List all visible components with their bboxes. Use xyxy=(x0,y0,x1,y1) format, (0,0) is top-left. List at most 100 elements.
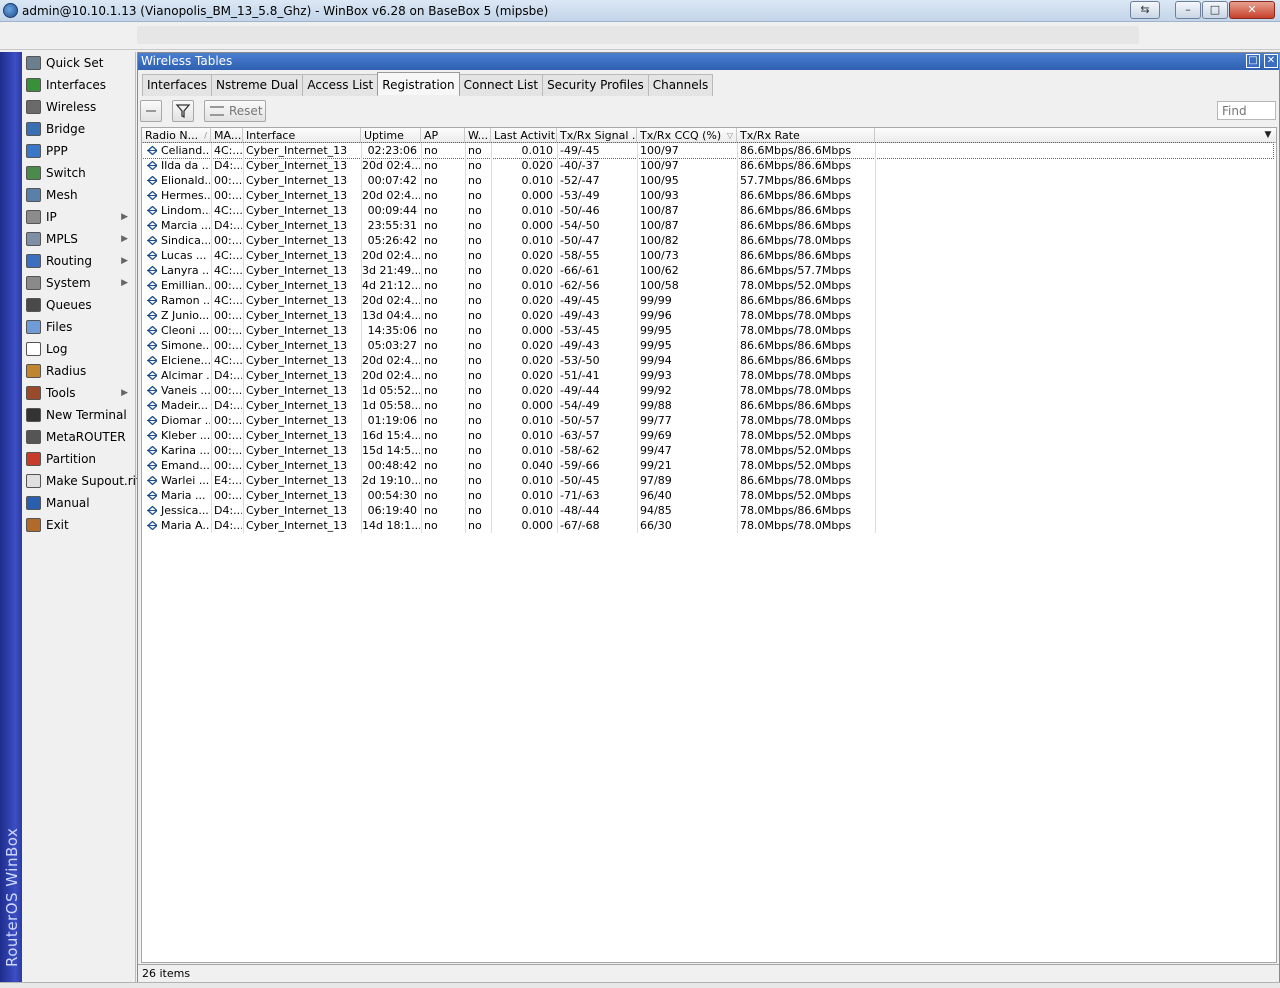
maximize-button[interactable]: □ xyxy=(1202,1,1228,19)
table-row[interactable]: Lucas ... 4C:... Cyber_Internet_13 20d 02:4… xyxy=(142,248,875,263)
table-row[interactable]: Cleoni ... 00:... Cyber_Internet_13 14:35:0… xyxy=(142,323,875,338)
sidebar-item-manual[interactable]: Manual xyxy=(22,492,134,514)
cell-uptime: 02:23:06 xyxy=(367,144,417,157)
column-header-ap[interactable]: AP xyxy=(421,128,465,143)
tab-connect-list[interactable]: Connect List xyxy=(458,74,544,96)
tab-access-list[interactable]: Access List xyxy=(302,74,379,96)
cell-tx-rx-rate: 86.6Mbps/86.6Mbps xyxy=(740,189,852,202)
table-row[interactable]: Lanyra ... 4C:... Cyber_Internet_13 3d 21:4… xyxy=(142,263,875,278)
table-row[interactable]: Simone... 00:... Cyber_Internet_13 05:03:27… xyxy=(142,338,875,353)
table-row[interactable]: Elionald... 00:... Cyber_Internet_13 00:07:… xyxy=(142,173,875,188)
sidebar-item-radius[interactable]: Radius xyxy=(22,360,134,382)
table-row[interactable]: Emand... 00:... Cyber_Internet_13 00:48:42 n… xyxy=(142,458,875,473)
cell-interface: Cyber_Internet_13 xyxy=(246,324,348,337)
cell-radio-name: Elionald... xyxy=(161,174,210,187)
column-header-uptime[interactable]: Uptime xyxy=(361,128,421,143)
sidebar-item-tools[interactable]: Tools ▶ xyxy=(22,382,134,404)
sidebar-item-queues[interactable]: Queues xyxy=(22,294,134,316)
tab-interfaces[interactable]: Interfaces xyxy=(142,74,212,96)
reset-button[interactable]: Reset xyxy=(204,100,266,122)
sidebar-item-partition[interactable]: Partition xyxy=(22,448,134,470)
sidebar-item-new-terminal[interactable]: New Terminal xyxy=(22,404,134,426)
cell-tx-rx-rate: 78.0Mbps/78.0Mbps xyxy=(740,414,852,427)
table-row[interactable]: Hermes... 00:... Cyber_Internet_13 20d 02:4… xyxy=(142,188,875,203)
table-row[interactable]: Karina ... 00:... Cyber_Internet_13 15d 14:… xyxy=(142,443,875,458)
column-header-last-activity[interactable]: Last Activit... xyxy=(491,128,557,143)
find-input[interactable] xyxy=(1217,101,1276,120)
sidebar-item-mesh[interactable]: Mesh xyxy=(22,184,134,206)
close-button[interactable]: ✕ xyxy=(1229,1,1275,19)
tab-security-profiles[interactable]: Security Profiles xyxy=(542,74,649,96)
sidebar-item-routing[interactable]: Routing ▶ xyxy=(22,250,134,272)
sidebar-item-log[interactable]: Log xyxy=(22,338,134,360)
sidebar-item-bridge[interactable]: Bridge xyxy=(22,118,134,140)
panel-maximize-button[interactable]: □ xyxy=(1246,54,1260,68)
minimize-button[interactable]: – xyxy=(1175,1,1201,19)
panel-close-button[interactable]: ✕ xyxy=(1264,54,1278,68)
cell-wds: no xyxy=(468,519,482,532)
cell-interface: Cyber_Internet_13 xyxy=(246,294,348,307)
cell-interface: Cyber_Internet_13 xyxy=(246,459,348,472)
table-row[interactable]: Elciene... 4C:... Cyber_Internet_13 20d 02:… xyxy=(142,353,875,368)
cell-ap: no xyxy=(424,474,438,487)
column-header-interface[interactable]: Interface xyxy=(243,128,361,143)
session-switch-button[interactable]: ⇆ xyxy=(1130,1,1160,19)
table-row[interactable]: Emillian... 00:... Cyber_Internet_13 4d 21:… xyxy=(142,278,875,293)
sidebar-item-mpls[interactable]: MPLS ▶ xyxy=(22,228,134,250)
sidebar-item-ppp[interactable]: PPP xyxy=(22,140,134,162)
table-row[interactable]: Lindom... 4C:... Cyber_Internet_13 00:09:44… xyxy=(142,203,875,218)
sidebar-item-label: MPLS xyxy=(46,232,78,246)
table-row[interactable]: Diomar ... 00:... Cyber_Internet_13 01:19:0… xyxy=(142,413,875,428)
table-row[interactable]: Vaneis ... 00:... Cyber_Internet_13 1d 05:5… xyxy=(142,383,875,398)
table-row[interactable]: Madeir... D4:... Cyber_Internet_13 1d 05:58… xyxy=(142,398,875,413)
sidebar-item-files[interactable]: Files xyxy=(22,316,134,338)
registration-entry-icon xyxy=(147,326,157,335)
cell-tx-rx-ccq: 100/73 xyxy=(640,249,679,262)
column-header-radio-name[interactable]: Radio N... / xyxy=(142,128,211,143)
sidebar-item-wireless[interactable]: Wireless xyxy=(22,96,134,118)
winbox-app-icon xyxy=(3,3,18,18)
cell-interface: Cyber_Internet_13 xyxy=(246,429,348,442)
cell-last-activity: 0.010 xyxy=(521,489,554,502)
sidebar-item-quick-set[interactable]: Quick Set xyxy=(22,52,134,74)
sidebar-item-metarouter[interactable]: MetaROUTER xyxy=(22,426,134,448)
sidebar-item-switch[interactable]: Switch xyxy=(22,162,134,184)
tab-registration[interactable]: Registration xyxy=(377,72,460,95)
remove-button[interactable] xyxy=(140,100,162,122)
cell-tx-rx-rate: 78.0Mbps/78.0Mbps xyxy=(740,324,852,337)
column-header-tx-rx-signal[interactable]: Tx/Rx Signal ... xyxy=(557,128,637,143)
table-row[interactable]: Marcia ... D4:... Cyber_Internet_13 23:55:3… xyxy=(142,218,875,233)
table-row[interactable]: Alcimar ... D4:... Cyber_Internet_13 20d 02… xyxy=(142,368,875,383)
column-header-tx-rx-ccq[interactable]: Tx/Rx CCQ (%) ▽ xyxy=(637,128,737,143)
table-row[interactable]: Kleber ... 00:... Cyber_Internet_13 16d 15:… xyxy=(142,428,875,443)
table-row[interactable]: Maria ... 00:... Cyber_Internet_13 00:54:30… xyxy=(142,488,875,503)
table-row[interactable]: Ilda da ... D4:... Cyber_Internet_13 20d 02… xyxy=(142,158,875,173)
cell-tx-rx-rate: 78.0Mbps/78.0Mbps xyxy=(740,369,852,382)
table-row[interactable]: Z Junio... 00:... Cyber_Internet_13 13d 04:… xyxy=(142,308,875,323)
tab-channels[interactable]: Channels xyxy=(647,74,714,96)
cell-radio-name: Z Junio... xyxy=(161,309,210,322)
column-header-mac-address[interactable]: MA... xyxy=(211,128,243,143)
sidebar-item-make-supout-rif[interactable]: Make Supout.rif xyxy=(22,470,140,492)
cell-radio-name: Maria A... xyxy=(161,519,210,532)
table-row[interactable]: Maria A... D4:... Cyber_Internet_13 14d 18:… xyxy=(142,518,875,533)
filter-button[interactable] xyxy=(172,100,194,122)
sidebar-item-label: Exit xyxy=(46,518,69,532)
table-row[interactable]: Warlei ... E4:... Cyber_Internet_13 2d 19:1… xyxy=(142,473,875,488)
sidebar-item-exit[interactable]: Exit xyxy=(22,514,134,536)
columns-dropdown-icon[interactable]: ▼ xyxy=(1262,129,1274,141)
table-row[interactable]: Ramon ... 4C:... Cyber_Internet_13 20d 02:4… xyxy=(142,293,875,308)
table-row[interactable]: Celiand... 4C:... Cyber_Internet_13 02:23:0… xyxy=(142,142,1274,159)
column-header-tx-rx-rate[interactable]: Tx/Rx Rate xyxy=(737,128,875,143)
sidebar-item-interfaces[interactable]: Interfaces xyxy=(22,74,134,96)
cell-tx-rx-ccq: 100/87 xyxy=(640,204,679,217)
table-row[interactable]: Sindica... 00:... Cyber_Internet_13 05:26:4… xyxy=(142,233,875,248)
sidebar-item-system[interactable]: System ▶ xyxy=(22,272,134,294)
tab-nstreme-dual[interactable]: Nstreme Dual xyxy=(210,74,304,96)
cell-last-activity: 0.010 xyxy=(521,174,554,187)
table-row[interactable]: Jessica... D4:... Cyber_Internet_13 06:19:4… xyxy=(142,503,875,518)
column-header-wds[interactable]: W... xyxy=(465,128,491,143)
sidebar-item-ip[interactable]: IP ▶ xyxy=(22,206,134,228)
registration-entry-icon xyxy=(147,416,157,425)
cell-interface: Cyber_Internet_13 xyxy=(246,144,348,157)
